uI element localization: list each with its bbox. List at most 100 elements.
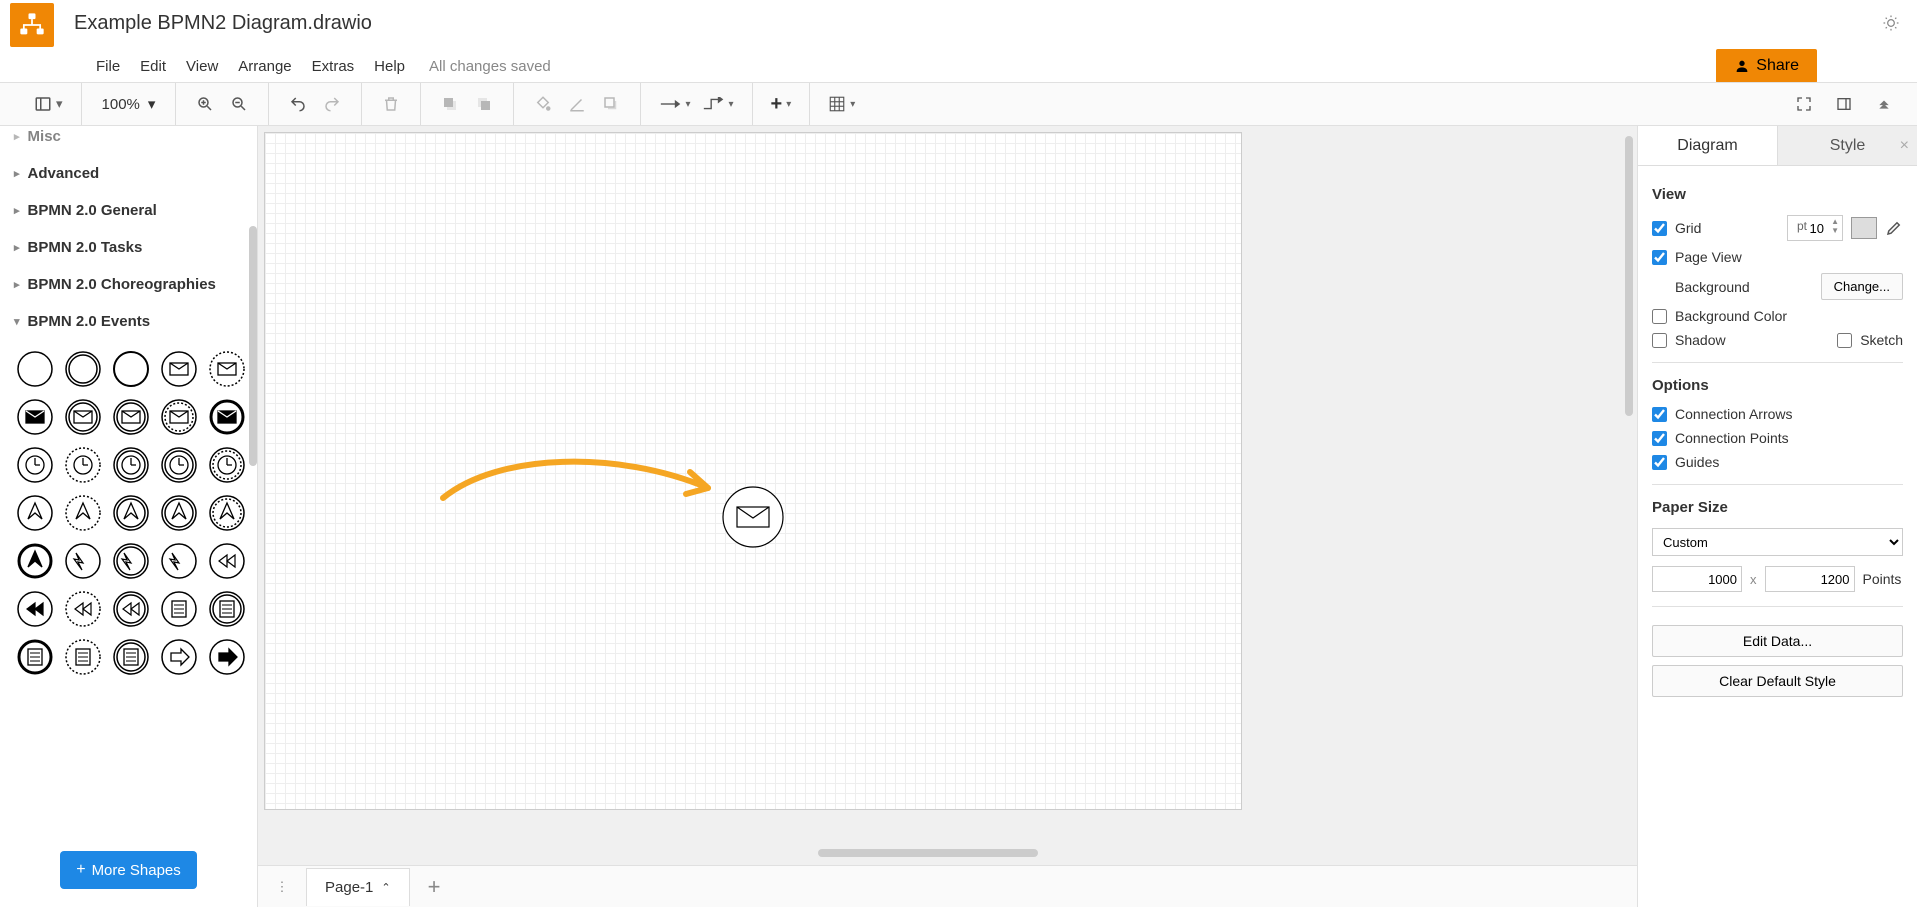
shape-palette-item[interactable] [158, 636, 200, 678]
shape-palette-item[interactable] [62, 492, 104, 534]
shape-palette-item[interactable] [206, 396, 248, 438]
shape-palette-item[interactable] [62, 444, 104, 486]
menu-extras[interactable]: Extras [302, 54, 365, 79]
guides-checkbox[interactable] [1652, 455, 1667, 470]
shape-palette-item[interactable] [110, 492, 152, 534]
zoom-in-button[interactable] [190, 89, 220, 119]
tab-diagram[interactable]: Diagram [1638, 126, 1777, 166]
fullscreen-button[interactable] [1789, 89, 1819, 119]
shape-palette-item[interactable] [14, 588, 56, 630]
shape-palette-item[interactable] [14, 540, 56, 582]
shape-palette-item[interactable] [62, 396, 104, 438]
grid-checkbox[interactable] [1652, 221, 1667, 236]
to-front-button[interactable] [435, 89, 465, 119]
shape-group-bpmn-events[interactable]: BPMN 2.0 Events [0, 303, 257, 340]
paper-width-input[interactable] [1652, 566, 1742, 592]
collapse-toolbar-button[interactable] [1869, 89, 1899, 119]
shape-palette-item[interactable] [158, 588, 200, 630]
shape-palette-item[interactable] [110, 588, 152, 630]
shape-palette-item[interactable] [14, 492, 56, 534]
waypoint-style-button[interactable]: ▾ [698, 89, 737, 119]
dropdown-caret-icon: ▾ [56, 96, 63, 112]
shape-palette-item[interactable] [206, 588, 248, 630]
shape-palette-item[interactable] [62, 540, 104, 582]
connection-style-button[interactable]: ▾ [655, 89, 694, 119]
shape-palette-item[interactable] [110, 348, 152, 390]
shape-group-advanced[interactable]: Advanced [0, 155, 257, 192]
menu-help[interactable]: Help [364, 54, 415, 79]
shape-palette-item[interactable] [14, 444, 56, 486]
line-color-button[interactable] [562, 89, 592, 119]
shape-palette-item[interactable] [158, 348, 200, 390]
add-page-button[interactable]: + [418, 872, 451, 902]
shape-palette-item[interactable] [158, 396, 200, 438]
zoom-dropdown[interactable]: 100% ▾ [94, 95, 164, 113]
menu-arrange[interactable]: Arrange [228, 54, 301, 79]
shadow-button[interactable] [596, 89, 626, 119]
zoom-out-button[interactable] [224, 89, 254, 119]
conn-arrows-checkbox[interactable] [1652, 407, 1667, 422]
more-shapes-button[interactable]: + More Shapes [60, 851, 197, 889]
tab-style[interactable]: Style × [1777, 126, 1917, 166]
table-button[interactable]: ▾ [824, 89, 859, 119]
canvas-scrollbar-horizontal[interactable] [818, 849, 1038, 857]
bgcolor-checkbox[interactable] [1652, 309, 1667, 324]
page-tab-1[interactable]: Page-1 ⌃ [306, 868, 410, 906]
theme-toggle-icon[interactable] [1881, 13, 1901, 33]
shadow-checkbox[interactable] [1652, 333, 1667, 348]
shape-palette-item[interactable] [62, 636, 104, 678]
sketch-checkbox[interactable] [1837, 333, 1852, 348]
shape-palette-item[interactable] [158, 540, 200, 582]
canvas-scrollbar-vertical[interactable] [1625, 136, 1633, 416]
menu-view[interactable]: View [176, 54, 228, 79]
shape-palette-item[interactable] [158, 492, 200, 534]
pageview-checkbox[interactable] [1652, 250, 1667, 265]
undo-button[interactable] [283, 89, 313, 119]
format-panel-toggle[interactable] [1829, 89, 1859, 119]
close-panel-icon[interactable]: × [1900, 137, 1909, 155]
shape-palette-item[interactable] [110, 540, 152, 582]
shape-palette-item[interactable] [206, 636, 248, 678]
shape-palette-item[interactable] [110, 444, 152, 486]
page-menu-button[interactable]: ⋮ [268, 873, 296, 901]
shape-group-misc[interactable]: Misc [0, 126, 257, 155]
shape-palette-item[interactable] [206, 540, 248, 582]
shape-palette-item[interactable] [158, 444, 200, 486]
grid-color-swatch[interactable] [1851, 217, 1877, 239]
menu-file[interactable]: File [86, 54, 130, 79]
papersize-select[interactable]: Custom [1652, 528, 1903, 556]
canvas-shape-message-event[interactable] [722, 486, 784, 548]
sidebar-scrollbar[interactable] [249, 226, 257, 466]
shape-group-bpmn-choreographies[interactable]: BPMN 2.0 Choreographies [0, 266, 257, 303]
canvas[interactable] [258, 126, 1637, 865]
insert-button[interactable]: +▾ [767, 89, 796, 119]
shape-palette-item[interactable] [110, 396, 152, 438]
shape-palette-item[interactable] [14, 348, 56, 390]
shape-group-bpmn-tasks[interactable]: BPMN 2.0 Tasks [0, 229, 257, 266]
clear-default-style-button[interactable]: Clear Default Style [1652, 665, 1903, 697]
pageview-label: Page View [1675, 249, 1742, 265]
shape-group-bpmn-general[interactable]: BPMN 2.0 General [0, 192, 257, 229]
redo-button[interactable] [317, 89, 347, 119]
shape-palette-item[interactable] [206, 444, 248, 486]
shape-palette-item[interactable] [62, 348, 104, 390]
shape-palette-item[interactable] [206, 348, 248, 390]
shape-palette-item[interactable] [110, 636, 152, 678]
fill-color-button[interactable] [528, 89, 558, 119]
to-back-button[interactable] [469, 89, 499, 119]
change-background-button[interactable]: Change... [1821, 273, 1903, 300]
document-title[interactable]: Example BPMN2 Diagram.drawio [74, 12, 1881, 38]
shape-palette-item[interactable] [206, 492, 248, 534]
paper-height-input[interactable] [1765, 566, 1855, 592]
shape-palette-item[interactable] [14, 636, 56, 678]
sidebar-toggle-button[interactable]: ▾ [30, 89, 67, 119]
menu-edit[interactable]: Edit [130, 54, 176, 79]
drawing-page[interactable] [264, 132, 1242, 810]
share-button[interactable]: Share [1716, 49, 1817, 83]
edit-data-button[interactable]: Edit Data... [1652, 625, 1903, 657]
delete-button[interactable] [376, 89, 406, 119]
edit-pencil-icon[interactable] [1885, 219, 1903, 237]
shape-palette-item[interactable] [62, 588, 104, 630]
conn-points-checkbox[interactable] [1652, 431, 1667, 446]
shape-palette-item[interactable] [14, 396, 56, 438]
